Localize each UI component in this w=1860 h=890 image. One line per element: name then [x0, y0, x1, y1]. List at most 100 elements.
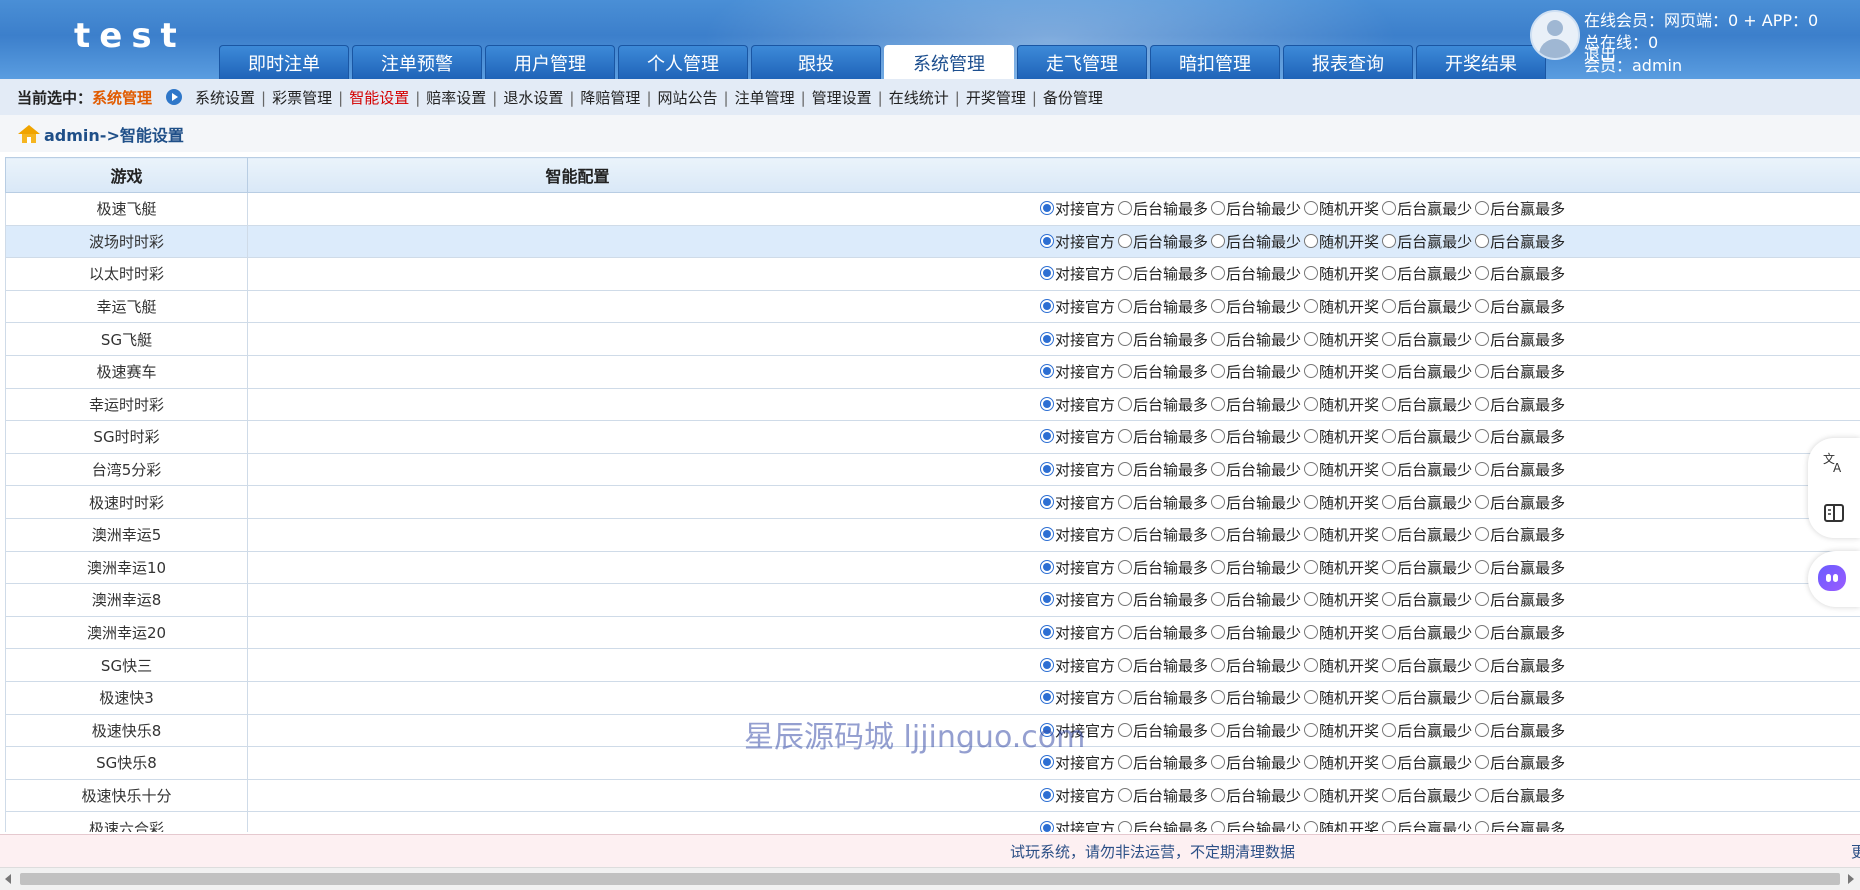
config-option[interactable]: 随机开奖 — [1304, 459, 1379, 480]
radio-button[interactable] — [1040, 821, 1054, 832]
radio-button[interactable] — [1304, 560, 1318, 574]
config-option[interactable]: 随机开奖 — [1304, 818, 1379, 832]
radio-button[interactable] — [1040, 788, 1054, 802]
radio-button[interactable] — [1118, 266, 1132, 280]
config-option[interactable]: 随机开奖 — [1304, 492, 1379, 513]
config-option[interactable]: 后台输最少 — [1211, 426, 1301, 447]
config-option[interactable]: 对接官方 — [1040, 589, 1115, 610]
radio-button[interactable] — [1382, 527, 1396, 541]
tab-report-query[interactable]: 报表查询 — [1283, 45, 1413, 79]
radio-button[interactable] — [1382, 495, 1396, 509]
config-option[interactable]: 后台赢最多 — [1475, 231, 1565, 252]
radio-button[interactable] — [1475, 592, 1489, 606]
radio-button[interactable] — [1304, 332, 1318, 346]
radio-button[interactable] — [1040, 299, 1054, 313]
radio-button[interactable] — [1304, 625, 1318, 639]
config-option[interactable]: 后台输最多 — [1118, 687, 1208, 708]
config-option[interactable]: 后台输最多 — [1118, 720, 1208, 741]
config-option[interactable]: 后台赢最少 — [1382, 687, 1472, 708]
radio-button[interactable] — [1211, 495, 1225, 509]
radio-button[interactable] — [1475, 495, 1489, 509]
config-option[interactable]: 随机开奖 — [1304, 752, 1379, 773]
radio-button[interactable] — [1382, 397, 1396, 411]
config-option[interactable]: 对接官方 — [1040, 394, 1115, 415]
config-option[interactable]: 后台赢最多 — [1475, 687, 1565, 708]
radio-button[interactable] — [1118, 560, 1132, 574]
config-option[interactable]: 后台赢最少 — [1382, 394, 1472, 415]
config-option[interactable]: 后台赢最少 — [1382, 818, 1472, 832]
config-option[interactable]: 后台输最多 — [1118, 296, 1208, 317]
config-option[interactable]: 对接官方 — [1040, 622, 1115, 643]
radio-button[interactable] — [1382, 234, 1396, 248]
radio-button[interactable] — [1304, 201, 1318, 215]
config-option[interactable]: 后台赢最多 — [1475, 524, 1565, 545]
config-option[interactable]: 后台赢最少 — [1382, 459, 1472, 480]
config-option[interactable]: 随机开奖 — [1304, 426, 1379, 447]
config-option[interactable]: 后台赢最多 — [1475, 785, 1565, 806]
config-option[interactable]: 后台输最少 — [1211, 361, 1301, 382]
radio-button[interactable] — [1304, 592, 1318, 606]
config-option[interactable]: 对接官方 — [1040, 687, 1115, 708]
radio-button[interactable] — [1040, 560, 1054, 574]
radio-button[interactable] — [1040, 429, 1054, 443]
radio-button[interactable] — [1382, 332, 1396, 346]
config-option[interactable]: 后台输最多 — [1118, 589, 1208, 610]
submenu-item[interactable]: 退水设置 — [502, 89, 564, 107]
config-option[interactable]: 后台赢最少 — [1382, 492, 1472, 513]
radio-button[interactable] — [1211, 625, 1225, 639]
radio-button[interactable] — [1211, 821, 1225, 832]
radio-button[interactable] — [1382, 690, 1396, 704]
config-option[interactable]: 后台赢最少 — [1382, 589, 1472, 610]
radio-button[interactable] — [1211, 788, 1225, 802]
radio-button[interactable] — [1382, 266, 1396, 280]
config-option[interactable]: 后台输最少 — [1211, 818, 1301, 832]
radio-button[interactable] — [1040, 495, 1054, 509]
radio-button[interactable] — [1382, 821, 1396, 832]
radio-button[interactable] — [1040, 592, 1054, 606]
radio-button[interactable] — [1382, 201, 1396, 215]
radio-button[interactable] — [1118, 462, 1132, 476]
config-option[interactable]: 后台输最多 — [1118, 459, 1208, 480]
config-option[interactable]: 随机开奖 — [1304, 785, 1379, 806]
config-option[interactable]: 后台输最少 — [1211, 263, 1301, 284]
config-option[interactable]: 对接官方 — [1040, 492, 1115, 513]
submenu-item[interactable]: 开奖管理 — [965, 89, 1027, 107]
tab-user-management[interactable]: 用户管理 — [485, 45, 615, 79]
radio-button[interactable] — [1304, 462, 1318, 476]
config-option[interactable]: 后台输最多 — [1118, 329, 1208, 350]
tab-follow-bet[interactable]: 跟投 — [751, 45, 881, 79]
config-option[interactable]: 后台输最多 — [1118, 361, 1208, 382]
config-option[interactable]: 后台输最多 — [1118, 524, 1208, 545]
config-option[interactable]: 后台赢最多 — [1475, 329, 1565, 350]
radio-button[interactable] — [1118, 201, 1132, 215]
submenu-item[interactable]: 彩票管理 — [271, 89, 333, 107]
radio-button[interactable] — [1118, 658, 1132, 672]
config-option[interactable]: 后台输最多 — [1118, 263, 1208, 284]
config-option[interactable]: 对接官方 — [1040, 720, 1115, 741]
radio-button[interactable] — [1211, 364, 1225, 378]
radio-button[interactable] — [1382, 429, 1396, 443]
config-option[interactable]: 后台输最少 — [1211, 459, 1301, 480]
radio-button[interactable] — [1118, 397, 1132, 411]
config-option[interactable]: 后台赢最少 — [1382, 752, 1472, 773]
submenu-item[interactable]: 降赔管理 — [579, 89, 641, 107]
config-option[interactable]: 后台赢最多 — [1475, 263, 1565, 284]
radio-button[interactable] — [1304, 234, 1318, 248]
radio-button[interactable] — [1475, 821, 1489, 832]
tab-hidden-deduction[interactable]: 暗扣管理 — [1150, 45, 1280, 79]
radio-button[interactable] — [1118, 495, 1132, 509]
config-option[interactable]: 对接官方 — [1040, 459, 1115, 480]
radio-button[interactable] — [1475, 788, 1489, 802]
radio-button[interactable] — [1304, 364, 1318, 378]
config-option[interactable]: 后台输最少 — [1211, 329, 1301, 350]
radio-button[interactable] — [1211, 299, 1225, 313]
config-option[interactable]: 后台赢最少 — [1382, 296, 1472, 317]
config-option[interactable]: 后台输最少 — [1211, 589, 1301, 610]
radio-button[interactable] — [1304, 397, 1318, 411]
config-option[interactable]: 后台赢最多 — [1475, 198, 1565, 219]
config-option[interactable]: 后台输最少 — [1211, 524, 1301, 545]
reader-icon[interactable] — [1822, 501, 1846, 525]
submenu-item[interactable]: 在线统计 — [888, 89, 950, 107]
radio-button[interactable] — [1118, 332, 1132, 346]
config-option[interactable]: 随机开奖 — [1304, 231, 1379, 252]
